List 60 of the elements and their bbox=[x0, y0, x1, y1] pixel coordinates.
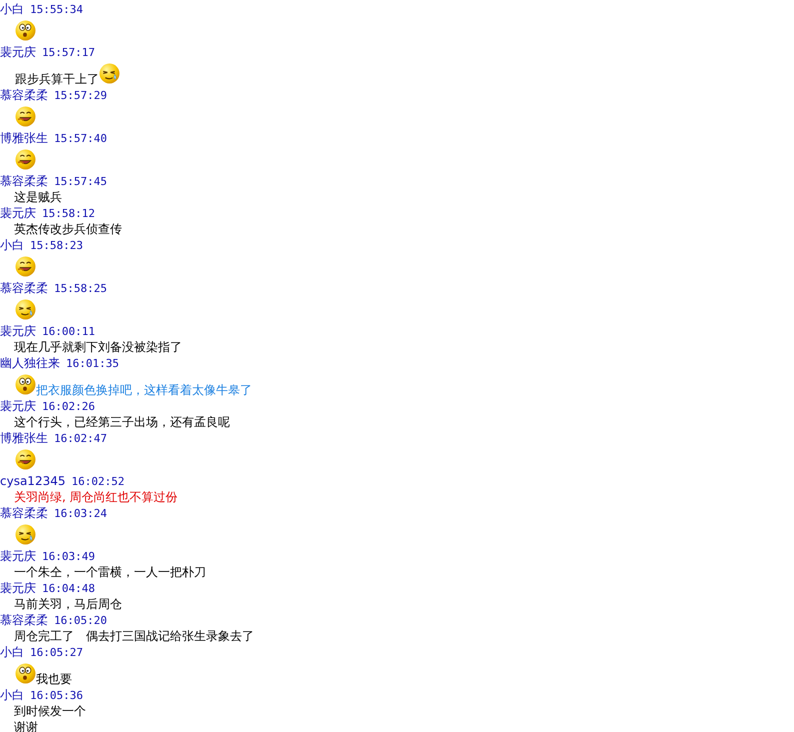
message-time: 16:02:47 bbox=[54, 432, 107, 445]
message-time: 16:01:35 bbox=[66, 357, 119, 370]
sender-name: 裴元庆 bbox=[0, 549, 36, 563]
message-text: 这个行头，已经第三子出场，还有孟良呢 bbox=[14, 414, 230, 430]
message-time: 15:57:40 bbox=[54, 132, 107, 145]
surprised-face-icon bbox=[15, 663, 36, 684]
message-time: 15:58:23 bbox=[30, 239, 83, 252]
sender-name: 慕容柔柔 bbox=[0, 88, 48, 102]
sender-name: 小白 bbox=[0, 2, 24, 16]
message-text: 关羽尚绿, 周仓尚红也不算过份 bbox=[14, 489, 178, 505]
message-time: 16:04:48 bbox=[42, 582, 95, 595]
laughing-face-icon bbox=[15, 149, 36, 170]
message-text: 英杰传改步兵侦查传 bbox=[14, 221, 122, 237]
message-text: 到时候发一个 bbox=[14, 703, 86, 719]
sender-name: 裴元庆 bbox=[0, 399, 36, 413]
message-text: 周仓完工了 偶去打三国战记给张生录象去了 bbox=[14, 628, 254, 644]
message-time: 16:05:20 bbox=[54, 614, 107, 627]
message-text: 我也要 bbox=[36, 671, 72, 687]
sender-name: 博雅张生 bbox=[0, 431, 48, 445]
message-text: 现在几乎就剩下刘备没被染指了 bbox=[14, 339, 182, 355]
sender-name: 幽人独往来 bbox=[0, 356, 60, 370]
message-time: 16:00:11 bbox=[42, 325, 95, 338]
sender-name: 慕容柔柔 bbox=[0, 506, 48, 520]
laughing-face-icon bbox=[15, 256, 36, 277]
message-time: 15:58:12 bbox=[42, 207, 95, 220]
message-time: 16:05:36 bbox=[30, 689, 83, 702]
sweating-face-icon bbox=[99, 63, 120, 84]
message-time: 16:02:26 bbox=[42, 400, 95, 413]
message-text: 这是贼兵 bbox=[14, 189, 62, 205]
sender-name: 裴元庆 bbox=[0, 581, 36, 595]
sender-name: 小白 bbox=[0, 645, 24, 659]
laughing-face-icon bbox=[15, 449, 36, 470]
surprised-face-icon bbox=[15, 374, 36, 395]
sender-name: 小白 bbox=[0, 238, 24, 252]
sender-name: 裴元庆 bbox=[0, 45, 36, 59]
sender-name: 慕容柔柔 bbox=[0, 174, 48, 188]
sweating-face-icon bbox=[15, 299, 36, 320]
sender-name: 小白 bbox=[0, 688, 24, 702]
surprised-face-icon bbox=[15, 20, 36, 41]
message-time: 15:58:25 bbox=[54, 282, 107, 295]
message-time: 16:03:49 bbox=[42, 550, 95, 563]
sender-name: 慕容柔柔 bbox=[0, 281, 48, 295]
sender-name: cysa12345 bbox=[0, 474, 66, 488]
laughing-face-icon bbox=[15, 106, 36, 127]
message-time: 16:03:24 bbox=[54, 507, 107, 520]
message-time: 15:57:17 bbox=[42, 46, 95, 59]
message-time: 15:57:29 bbox=[54, 89, 107, 102]
message-time: 15:55:34 bbox=[30, 3, 83, 16]
message-text: 跟步兵算干上了 bbox=[15, 71, 99, 87]
message-time: 16:05:27 bbox=[30, 646, 83, 659]
message-text: 马前关羽，马后周仓 bbox=[14, 596, 122, 612]
sender-name: 裴元庆 bbox=[0, 206, 36, 220]
sender-name: 裴元庆 bbox=[0, 324, 36, 338]
sweating-face-icon bbox=[15, 524, 36, 545]
sender-name: 博雅张生 bbox=[0, 131, 48, 145]
message-text: 把衣服颜色换掉吧，这样看着太像牛皋了 bbox=[36, 382, 252, 398]
message-time: 16:02:52 bbox=[71, 475, 124, 488]
message-text: 一个朱仝，一个雷横，一人一把朴刀 bbox=[14, 564, 206, 580]
message-time: 15:57:45 bbox=[54, 175, 107, 188]
sender-name: 慕容柔柔 bbox=[0, 613, 48, 627]
